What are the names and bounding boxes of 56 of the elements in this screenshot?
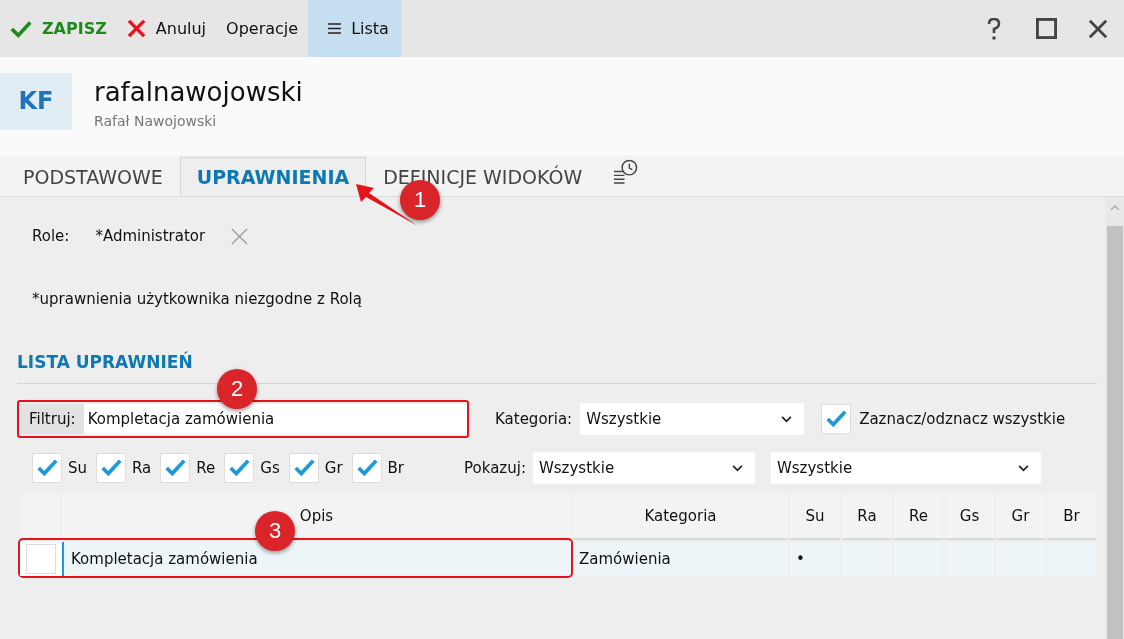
checkbox[interactable]	[224, 453, 255, 483]
caret-icon	[1017, 464, 1029, 472]
column-header[interactable]: Kategoria	[573, 493, 788, 540]
user-full-name: Rafał Nawojowski	[94, 113, 218, 129]
role-label: Role:	[32, 227, 70, 245]
table-row[interactable]: Kompletacja zamówienia	[20, 540, 571, 576]
category-dropdown[interactable]: Wszystkie	[580, 403, 805, 435]
checkbox[interactable]	[821, 404, 852, 434]
tab[interactable]: PODSTAWOWE	[6, 157, 180, 196]
maximize-icon[interactable]	[1035, 18, 1057, 39]
category-label: Kategoria:	[495, 410, 573, 428]
show-dropdown[interactable]: Wszystkie	[532, 452, 755, 484]
checkbox[interactable]	[160, 453, 191, 483]
tab[interactable]: UPRAWNIENIA	[179, 157, 367, 196]
checkbox-label: Gr	[324, 459, 343, 477]
column-header[interactable]: Re	[894, 493, 943, 540]
checkbox-label: Ra	[132, 459, 152, 477]
role-value: *Administrator	[95, 227, 206, 245]
history-icon[interactable]	[613, 159, 639, 184]
filter-field[interactable]: Filtruj: Kompletacja zamówienia	[17, 400, 469, 438]
checkbox[interactable]	[288, 453, 319, 483]
close-icon[interactable]	[1088, 18, 1108, 39]
column-header[interactable]: Ra	[842, 493, 892, 540]
checkbox-label: Gs	[260, 459, 280, 477]
scroll-up-icon[interactable]	[1110, 205, 1120, 211]
avatar-initials: KF	[0, 72, 72, 130]
table-cell: Zamówienia	[573, 540, 788, 576]
show-dropdown[interactable]: Wszystkie	[770, 452, 1041, 484]
role-mismatch-note: *uprawnienia użytkownika niezgodne z Rolą	[31, 289, 363, 308]
caret-icon	[731, 464, 743, 472]
caret-icon	[781, 415, 793, 423]
toolbar-button[interactable]: Operacje	[216, 0, 309, 57]
table-cell: •	[790, 540, 840, 576]
cross-icon	[126, 19, 146, 38]
toolbar-button[interactable]: Lista	[308, 0, 401, 57]
checkbox-label: Br	[387, 459, 405, 477]
remove-icon[interactable]	[231, 227, 249, 245]
column-header[interactable]: Br	[1047, 493, 1096, 540]
column-header[interactable]: Gs	[945, 493, 994, 540]
show-label: Pokazuj:	[464, 459, 526, 477]
toolbar-button[interactable]: ZAPISZ	[0, 0, 117, 57]
checkbox[interactable]	[26, 544, 56, 574]
checkbox[interactable]	[351, 453, 382, 483]
checkbox[interactable]	[96, 453, 127, 483]
toolbar-button[interactable]: Anuluj	[116, 0, 217, 57]
help-icon[interactable]	[987, 17, 1001, 40]
menu-icon	[328, 23, 342, 34]
scrollbar-thumb[interactable]	[1107, 226, 1123, 639]
column-header[interactable]: Gr	[996, 493, 1045, 540]
user-login: rafalnawojowski	[94, 77, 303, 107]
checkbox-label: Su	[68, 459, 88, 477]
table-cell-text: Kompletacja zamówienia	[70, 550, 258, 568]
select-all-label: Zaznacz/odznacz wszystkie	[859, 410, 1066, 428]
column-header[interactable]: Su	[790, 493, 840, 540]
checkbox[interactable]	[32, 453, 62, 483]
checkbox-label: Re	[196, 459, 216, 477]
